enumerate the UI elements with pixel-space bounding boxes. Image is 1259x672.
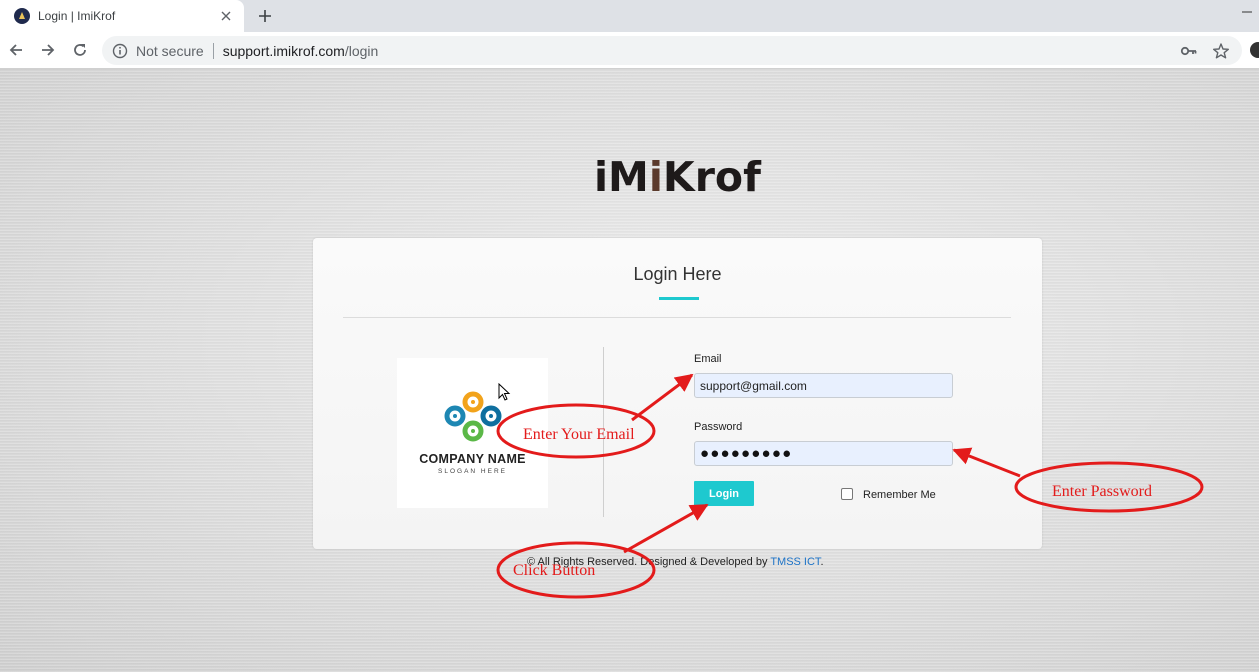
info-icon[interactable] [112,43,128,59]
key-icon[interactable] [1180,42,1198,60]
address-divider [212,42,214,59]
browser-tab[interactable]: Login | ImiKrof [0,0,244,32]
browser-tab-bar: Login | ImiKrof [0,0,1259,32]
button-annotation-arrow [623,503,709,554]
page-background: iMiKrof Login Here COMPANY NAME SLOGAN H… [0,69,1259,672]
password-annotation-arrow [952,447,1021,478]
annotation-overlay [496,373,1204,599]
bookmark-star-icon[interactable] [1212,42,1230,60]
password-annotation-text: Enter Password [1052,483,1152,500]
reload-icon[interactable] [70,40,90,60]
address-bar[interactable]: Not secure support.imikrof.com/login [102,36,1242,65]
minimize-window-icon[interactable] [1238,2,1256,20]
email-annotation-text: Enter Your Email [523,426,635,443]
site-favicon-icon [14,8,30,24]
close-tab-icon[interactable] [216,6,236,26]
back-arrow-icon[interactable] [6,40,26,60]
new-tab-icon[interactable] [254,5,276,27]
url-path: /login [344,42,379,59]
security-label: Not secure [136,42,204,59]
url-text: support.imikrof.com/login [223,43,379,59]
browser-toolbar: Not secure support.imikrof.com/login [0,32,1259,69]
button-annotation-text: Click Button [513,562,596,579]
forward-arrow-icon[interactable] [38,40,58,60]
url-host: support.imikrof.com [222,42,345,59]
profile-avatar[interactable] [1250,42,1259,58]
email-annotation-arrow [631,373,694,422]
tab-title: Login | ImiKrof [38,9,116,23]
